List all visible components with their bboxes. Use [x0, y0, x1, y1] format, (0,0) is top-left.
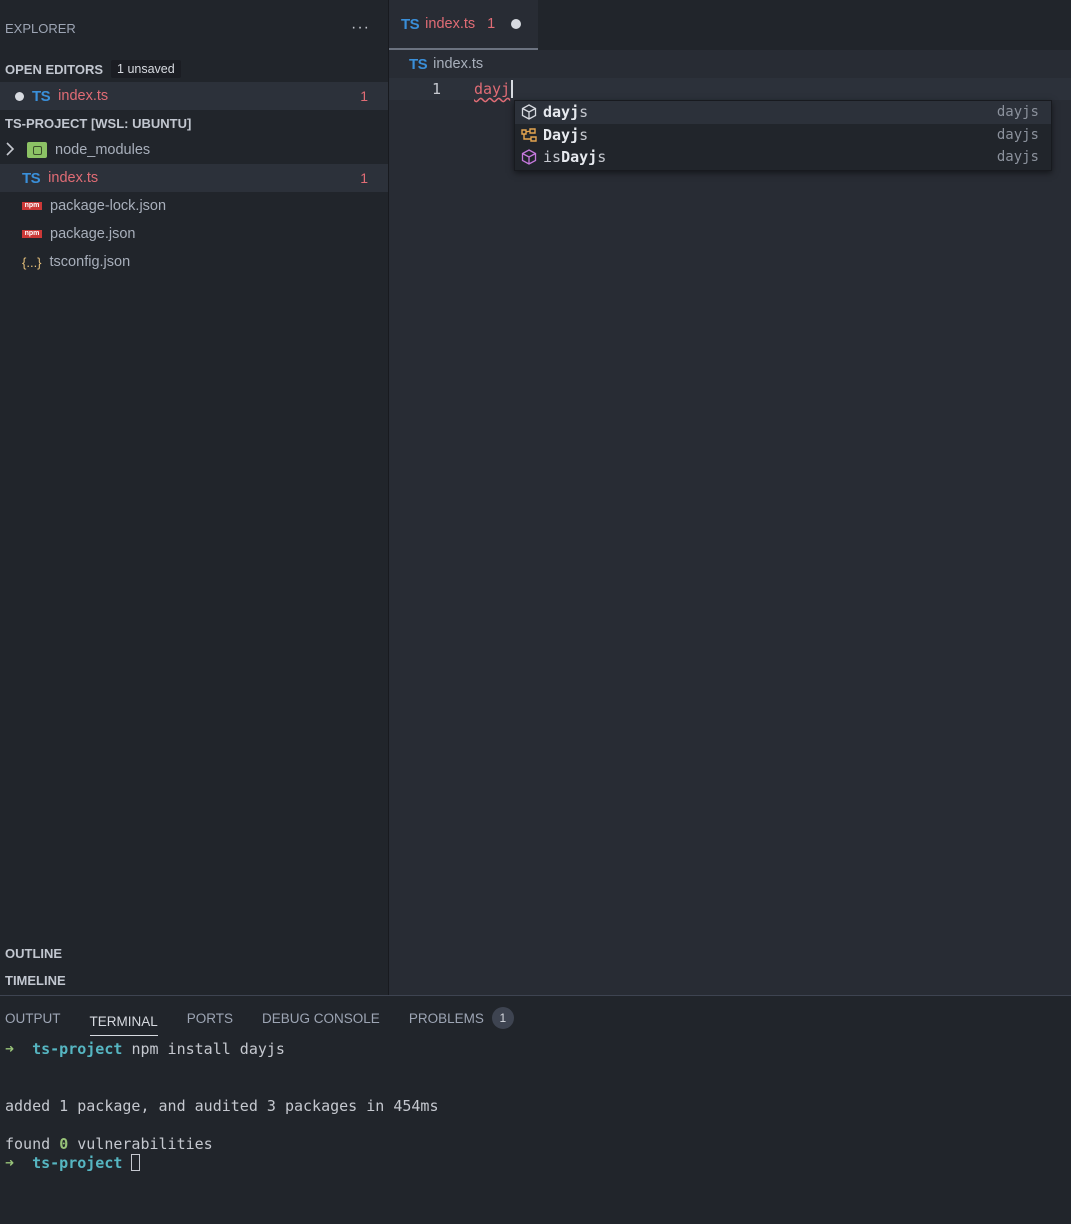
tab-problems-label: PROBLEMS [408, 1010, 484, 1026]
line-number: 1 [431, 80, 441, 98]
more-actions-icon[interactable]: ··· [351, 19, 370, 37]
suggestion-rest: s [579, 125, 589, 144]
suggestion-detail: dayjs [996, 104, 1039, 121]
tree-item-index-ts[interactable]: TS index.ts 1 [0, 164, 388, 192]
typescript-file-icon: TS [401, 15, 420, 33]
breadcrumb[interactable]: TS index.ts [389, 50, 1071, 78]
typescript-file-icon: TS [409, 55, 428, 73]
suggestion-rest: s [597, 148, 607, 167]
found-suffix: vulnerabilities [68, 1135, 213, 1153]
node-modules-folder-icon [27, 142, 47, 158]
unsaved-badge: 1 unsaved [111, 60, 181, 78]
tab-output[interactable]: OUTPUT [5, 996, 61, 1040]
tab-debug-console[interactable]: DEBUG CONSOLE [262, 996, 380, 1040]
prompt-arrow-icon: ➜ [5, 1154, 15, 1172]
tree-item-label: package.json [50, 226, 136, 242]
unsaved-dot-icon[interactable] [15, 91, 24, 101]
code-line[interactable]: 1 dayj [389, 78, 1071, 100]
explorer-sidebar: EXPLORER ··· OPEN EDITORS 1 unsaved TS i… [0, 0, 389, 995]
tab-label: index.ts [425, 16, 476, 32]
tab-index-ts[interactable]: TS index.ts 1 [389, 0, 538, 50]
suggestion-item[interactable]: dayjs dayjs [515, 101, 1051, 124]
open-editors-section[interactable]: OPEN EDITORS 1 unsaved [0, 56, 388, 82]
open-editor-filename: index.ts [58, 88, 109, 104]
suggestion-prefix: is [543, 148, 562, 167]
outline-section[interactable]: OUTLINE [0, 940, 388, 967]
suggestion-rest: s [579, 103, 589, 122]
found-prefix: found [5, 1135, 60, 1153]
tree-item-node-modules[interactable]: node_modules [0, 136, 388, 164]
suggestion-label: dayjs [543, 103, 997, 121]
code-text[interactable]: dayj [474, 80, 510, 98]
json-file-icon: {...} [22, 254, 42, 270]
text-cursor [511, 80, 514, 98]
chevron-right-icon[interactable] [5, 141, 19, 159]
explorer-header: EXPLORER ··· [0, 0, 388, 56]
outline-label: OUTLINE [5, 946, 63, 961]
tree-item-label: node_modules [55, 142, 151, 158]
panel-tab-bar: OUTPUT TERMINAL PORTS DEBUG CONSOLE PROB… [0, 996, 1071, 1040]
tree-item-package-lock-json[interactable]: npm package-lock.json [0, 192, 388, 220]
breadcrumb-filename[interactable]: index.ts [433, 56, 483, 72]
typescript-file-icon: TS [22, 169, 41, 187]
tree-item-label: index.ts [48, 170, 99, 186]
project-section[interactable]: TS-PROJECT [WSL: UBUNTU] [0, 110, 388, 136]
bottom-panel: OUTPUT TERMINAL PORTS DEBUG CONSOLE PROB… [0, 995, 1071, 1224]
terminal-line: ➜ ts-project [5, 1154, 1071, 1173]
tree-item-package-json[interactable]: npm package.json [0, 220, 388, 248]
terminal-cursor [131, 1154, 141, 1171]
editor-tab-bar: TS index.ts 1 [389, 0, 1071, 50]
open-editor-item-index-ts[interactable]: TS index.ts 1 [0, 82, 388, 110]
tree-item-label: package-lock.json [50, 198, 167, 214]
problems-count-badge: 1 [491, 1007, 514, 1029]
npm-file-icon: npm [22, 202, 42, 210]
typescript-file-icon: TS [32, 87, 51, 105]
suggestion-widget: dayjs dayjs Dayjs dayjs isDayjs dayjs [514, 100, 1052, 171]
timeline-label: TIMELINE [5, 973, 66, 988]
terminal-command: npm install dayjs [131, 1040, 285, 1058]
npm-file-icon: npm [22, 230, 42, 238]
bottom-sections: OUTLINE TIMELINE [0, 940, 388, 994]
tree-item-label: tsconfig.json [49, 254, 131, 270]
suggestion-item[interactable]: isDayjs dayjs [515, 146, 1051, 169]
prompt-arrow-icon: ➜ [5, 1040, 15, 1058]
module-icon [520, 148, 538, 166]
suggestion-item[interactable]: Dayjs dayjs [515, 124, 1051, 147]
suggestion-label: isDayjs [543, 148, 997, 166]
terminal-line: added 1 package, and audited 3 packages … [5, 1097, 439, 1115]
suggestion-detail: dayjs [996, 126, 1039, 143]
prompt-dir: ts-project [32, 1040, 123, 1058]
tree-item-tsconfig-json[interactable]: {...} tsconfig.json [0, 248, 388, 276]
terminal-line: found 0 vulnerabilities [5, 1135, 1071, 1154]
vulnerability-count: 0 [59, 1135, 69, 1153]
tab-problem-count: 1 [487, 16, 496, 32]
prompt-dir: ts-project [32, 1154, 123, 1172]
suggestion-match: Dayj [561, 148, 598, 167]
suggestion-detail: dayjs [996, 149, 1039, 166]
problem-count: 1 [360, 170, 368, 186]
problem-count: 1 [360, 88, 368, 104]
terminal-line: ➜ ts-project npm install dayjs [5, 1040, 1071, 1059]
tab-ports[interactable]: PORTS [187, 996, 233, 1040]
tab-terminal[interactable]: TERMINAL [89, 1008, 158, 1036]
project-label: TS-PROJECT [WSL: UBUNTU] [5, 115, 192, 131]
open-editors-label: OPEN EDITORS [5, 61, 104, 77]
editor-area: TS index.ts 1 TS index.ts 1 dayj dayjs d… [389, 0, 1071, 995]
module-icon [520, 103, 538, 121]
explorer-title: EXPLORER [5, 20, 76, 36]
tab-problems[interactable]: PROBLEMS 1 [409, 996, 514, 1040]
timeline-section[interactable]: TIMELINE [0, 967, 388, 994]
terminal[interactable]: ➜ ts-project npm install dayjs added 1 p… [0, 1040, 1071, 1173]
class-icon [520, 126, 538, 144]
unsaved-dot-icon[interactable] [511, 19, 522, 29]
suggestion-label: Dayjs [543, 126, 997, 144]
suggestion-match: Dayj [543, 125, 580, 144]
suggestion-match: dayj [543, 103, 580, 122]
